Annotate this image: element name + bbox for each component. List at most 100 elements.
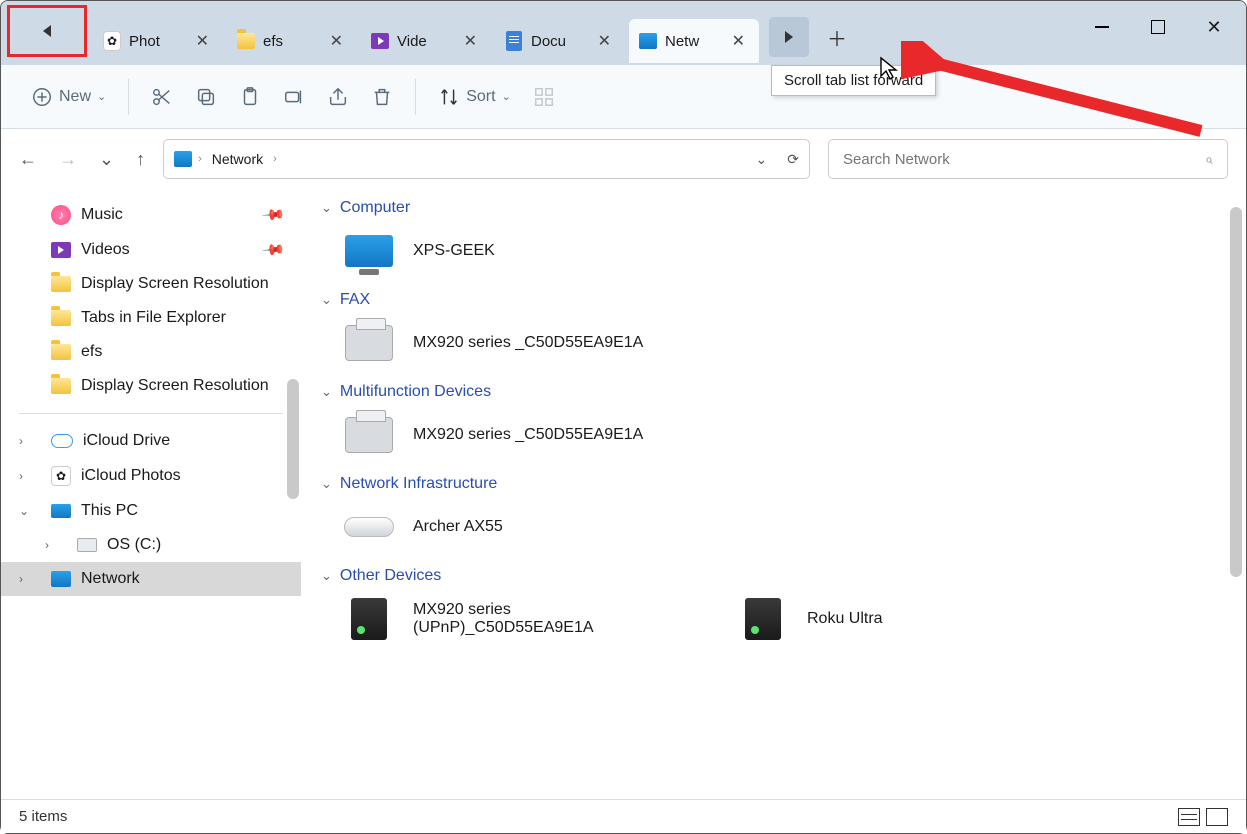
network-item-fax[interactable]: MX920 series _C50D55EA9E1A	[339, 317, 643, 369]
group-computer: ⌄ Computer XPS-GEEK	[321, 199, 1226, 277]
new-button[interactable]: New ⌄	[27, 82, 110, 112]
new-label: New	[59, 88, 91, 106]
details-view-button[interactable]	[1178, 808, 1200, 826]
window-controls: ✕	[1074, 5, 1242, 49]
navigation-bar: ← → ⌄ ↑ › Network › ⌄ ⟳ ⌕	[1, 129, 1246, 189]
scroll-tabs-back-button[interactable]	[7, 5, 87, 57]
clipboard-icon	[239, 86, 261, 108]
address-bar[interactable]: › Network › ⌄ ⟳	[163, 139, 810, 179]
scroll-tabs-forward-button[interactable]	[769, 17, 809, 57]
close-icon[interactable]: ✕	[460, 31, 481, 51]
sidebar-item-folder[interactable]: Display Screen Resolution	[1, 369, 301, 403]
sidebar-item-network[interactable]: ›Network	[1, 562, 301, 596]
network-item-computer[interactable]: XPS-GEEK	[339, 225, 639, 277]
group-header[interactable]: ⌄ Computer	[321, 199, 1226, 217]
status-bar: 5 items	[1, 799, 1246, 833]
sidebar-item-folder[interactable]: Display Screen Resolution	[1, 267, 301, 301]
sidebar-item-label: Display Screen Resolution	[81, 377, 269, 395]
chevron-right-icon: ›	[273, 153, 277, 165]
item-label: MX920 series (UPnP)_C50D55EA9E1A	[413, 601, 673, 637]
share-button[interactable]	[323, 82, 353, 112]
sort-button[interactable]: Sort ⌄	[434, 82, 515, 112]
sidebar-item-videos[interactable]: Videos📌	[1, 233, 301, 267]
drive-icon	[77, 538, 97, 552]
back-button[interactable]: ←	[19, 149, 37, 170]
tab-documents[interactable]: Docu ✕	[495, 19, 625, 63]
close-icon[interactable]: ✕	[326, 31, 347, 51]
item-label: MX920 series _C50D55EA9E1A	[413, 426, 643, 444]
group-header[interactable]: ⌄Multifunction Devices	[321, 383, 1226, 401]
close-icon[interactable]: ✕	[594, 31, 615, 51]
sidebar-item-icloud-photos[interactable]: ›✿iCloud Photos	[1, 458, 301, 494]
sidebar-scrollbar[interactable]	[287, 379, 299, 499]
network-item-mfd[interactable]: MX920 series _C50D55EA9E1A	[339, 409, 643, 461]
maximize-button[interactable]	[1130, 5, 1186, 49]
sort-label: Sort	[466, 88, 495, 106]
sidebar-item-this-pc[interactable]: ⌄This PC	[1, 494, 301, 528]
address-dropdown-button[interactable]: ⌄	[756, 151, 768, 168]
breadcrumb[interactable]: Network	[208, 149, 267, 169]
content-scrollbar[interactable]	[1230, 207, 1242, 577]
item-label: Roku Ultra	[807, 610, 883, 628]
network-item-router[interactable]: Archer AX55	[339, 501, 639, 553]
tab-efs[interactable]: efs ✕	[227, 19, 357, 63]
network-item-other[interactable]: MX920 series (UPnP)_C50D55EA9E1A	[339, 593, 673, 645]
group-header[interactable]: ⌄FAX	[321, 291, 1226, 309]
cut-button[interactable]	[147, 82, 177, 112]
group-name: Other Devices	[340, 567, 441, 585]
close-icon[interactable]: ✕	[192, 31, 213, 51]
sidebar-item-icloud-drive[interactable]: ›iCloud Drive	[1, 424, 301, 458]
search-box[interactable]: ⌕	[828, 139, 1228, 179]
chevron-right-icon[interactable]: ›	[19, 469, 23, 483]
recent-locations-button[interactable]: ⌄	[99, 149, 114, 170]
new-tab-button[interactable]: ＋	[817, 17, 857, 57]
sidebar-item-folder[interactable]: Tabs in File Explorer	[1, 301, 301, 335]
close-window-button[interactable]: ✕	[1186, 5, 1242, 49]
chevron-right-icon[interactable]: ›	[19, 434, 23, 448]
tab-strip: ✿ Phot ✕ efs ✕ Vide ✕ Docu ✕ Netw ✕	[93, 19, 759, 63]
delete-button[interactable]	[367, 82, 397, 112]
chevron-down-icon: ⌄	[502, 90, 511, 103]
tab-videos[interactable]: Vide ✕	[361, 19, 491, 63]
copy-button[interactable]	[191, 82, 221, 112]
minimize-button[interactable]	[1074, 5, 1130, 49]
chevron-down-icon[interactable]: ⌄	[19, 504, 29, 518]
group-name: Computer	[340, 199, 410, 217]
sidebar-item-folder[interactable]: efs	[1, 335, 301, 369]
view-button[interactable]	[529, 82, 559, 112]
pin-icon: 📌	[261, 237, 287, 263]
rename-icon	[283, 86, 305, 108]
group-header[interactable]: ⌄Network Infrastructure	[321, 475, 1226, 493]
refresh-button[interactable]: ⟳	[787, 151, 799, 168]
sidebar-item-label: Music	[81, 206, 123, 224]
chevron-down-icon: ⌄	[97, 90, 106, 103]
close-icon[interactable]: ✕	[728, 31, 749, 51]
group-multifunction: ⌄Multifunction Devices MX920 series _C50…	[321, 383, 1226, 461]
rename-button[interactable]	[279, 82, 309, 112]
photos-icon: ✿	[51, 466, 71, 486]
paste-button[interactable]	[235, 82, 265, 112]
tab-network[interactable]: Netw ✕	[629, 19, 759, 63]
tab-photos[interactable]: ✿ Phot ✕	[93, 19, 223, 63]
music-icon: ♪	[51, 205, 71, 225]
up-button[interactable]: ↑	[136, 149, 145, 170]
chevron-right-icon[interactable]: ›	[19, 572, 23, 586]
chevron-down-icon: ⌄	[321, 200, 332, 216]
tab-label: efs	[263, 33, 318, 50]
network-item-other[interactable]: Roku Ultra	[733, 593, 1033, 645]
search-icon[interactable]: ⌕	[1205, 151, 1213, 168]
tooltip: Scroll tab list forward	[771, 65, 936, 96]
sidebar-item-os-drive[interactable]: ›OS (C:)	[1, 528, 301, 562]
search-input[interactable]	[843, 151, 1205, 168]
sidebar-item-music[interactable]: ♪Music📌	[1, 197, 301, 233]
forward-button[interactable]: →	[59, 149, 77, 170]
tab-label: Phot	[129, 33, 184, 50]
folder-icon	[237, 32, 255, 50]
chevron-right-icon[interactable]: ›	[45, 538, 49, 552]
network-icon	[51, 571, 71, 587]
group-header[interactable]: ⌄Other Devices	[321, 567, 1226, 585]
command-bar: New ⌄ Sort ⌄	[1, 65, 1246, 129]
router-icon	[344, 517, 394, 537]
thumbnails-view-button[interactable]	[1206, 808, 1228, 826]
chevron-down-icon: ⌄	[321, 476, 332, 492]
